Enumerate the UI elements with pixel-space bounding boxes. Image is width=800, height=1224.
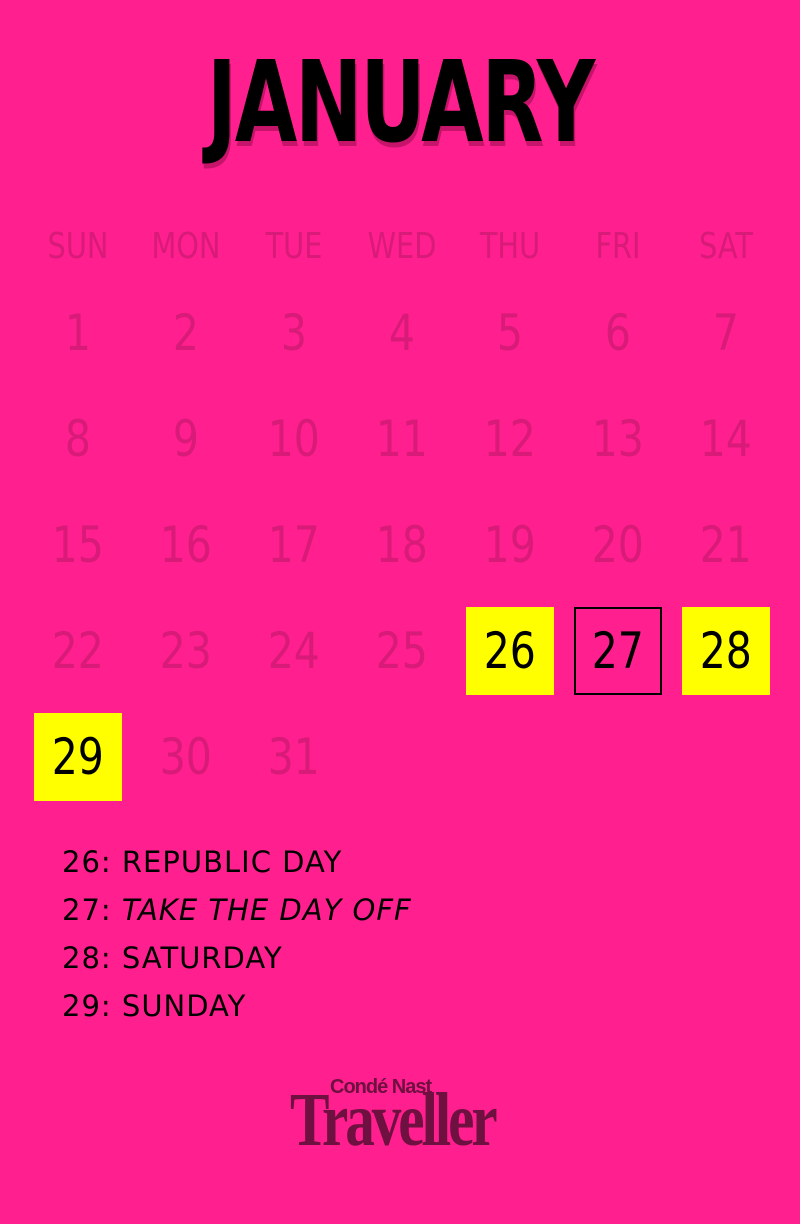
holiday-highlight-box: 28 — [682, 607, 770, 695]
legend-description: SATURDAY — [121, 941, 283, 975]
month-title: JANUARY — [206, 38, 595, 168]
weekday-label: WED — [367, 226, 437, 267]
calendar-day: 18 — [348, 492, 456, 598]
calendar-day: 13 — [564, 386, 672, 492]
calendar-day: 20 — [564, 492, 672, 598]
day-number: 2 — [172, 304, 200, 362]
legend-date: 27 — [62, 893, 101, 927]
day-number: 31 — [267, 728, 321, 786]
legend-separator: : — [100, 845, 122, 879]
calendar-day: 4 — [348, 280, 456, 386]
weekday-label: SUN — [47, 226, 109, 267]
weekday-label: THU — [479, 226, 541, 267]
day-number: 8 — [64, 410, 92, 468]
day-number: 3 — [280, 304, 308, 362]
calendar-day: 10 — [240, 386, 348, 492]
calendar-day: 3 — [240, 280, 348, 386]
legend-item: 28: SATURDAY — [62, 934, 662, 982]
calendar-day: 9 — [132, 386, 240, 492]
day-number: 13 — [591, 410, 645, 468]
day-number: 17 — [267, 516, 321, 574]
calendar-day: 16 — [132, 492, 240, 598]
day-number: 15 — [51, 516, 105, 574]
calendar-day: 24 — [240, 598, 348, 704]
day-number: 24 — [267, 622, 321, 680]
calendar-day: 14 — [672, 386, 780, 492]
legend-date: 28 — [62, 941, 101, 975]
conde-nast-traveller-logo: Condé Nast Traveller — [290, 1076, 520, 1162]
weekday-label: MON — [151, 226, 221, 267]
day-number: 25 — [375, 622, 429, 680]
day-number: 22 — [51, 622, 105, 680]
day-number: 30 — [159, 728, 213, 786]
calendar-day: 5 — [456, 280, 564, 386]
day-number: 1 — [64, 304, 92, 362]
calendar-day: 31 — [240, 704, 348, 810]
calendar-day: 15 — [24, 492, 132, 598]
calendar-day: 17 — [240, 492, 348, 598]
day-number: 21 — [699, 516, 753, 574]
holiday-highlight-box: 29 — [34, 713, 122, 801]
calendar-day: 6 — [564, 280, 672, 386]
weekday-label: FRI — [595, 226, 641, 267]
calendar-day-leave: 27 — [564, 598, 672, 704]
legend-date: 29 — [62, 989, 101, 1023]
day-number: 6 — [604, 304, 632, 362]
calendar-day-holiday: 29 — [24, 704, 132, 810]
calendar-day-grid: 1 2 3 4 5 6 7 8 9 10 11 12 13 14 15 16 17 18 19 20 21 22 23 24 2… — [24, 280, 780, 810]
day-number: 29 — [51, 728, 105, 786]
legend-separator: : — [100, 941, 122, 975]
legend-separator: : — [100, 989, 122, 1023]
calendar-day-holiday: 28 — [672, 598, 780, 704]
day-number: 7 — [712, 304, 740, 362]
day-number: 18 — [375, 516, 429, 574]
day-number: 12 — [483, 410, 537, 468]
calendar-day: 30 — [132, 704, 240, 810]
day-number: 4 — [388, 304, 416, 362]
day-number: 5 — [496, 304, 524, 362]
day-number: 26 — [483, 622, 537, 680]
day-number: 9 — [172, 410, 200, 468]
weekday-label: SAT — [699, 226, 753, 267]
day-number: 27 — [591, 622, 645, 680]
day-number: 16 — [159, 516, 213, 574]
legend-date: 26 — [62, 845, 101, 879]
calendar-day: 21 — [672, 492, 780, 598]
legend-separator: : — [100, 893, 122, 927]
legend-description: SUNDAY — [121, 989, 247, 1023]
logo-title-text: Traveller — [290, 1078, 498, 1162]
calendar-day: 11 — [348, 386, 456, 492]
calendar-day: 19 — [456, 492, 564, 598]
day-number: 28 — [699, 622, 753, 680]
day-number: 23 — [159, 622, 213, 680]
legend-description: REPUBLIC DAY — [121, 845, 343, 879]
calendar-day: 2 — [132, 280, 240, 386]
calendar-day: 8 — [24, 386, 132, 492]
legend-item: 29: SUNDAY — [62, 982, 662, 1030]
calendar-day: 1 — [24, 280, 132, 386]
day-number: 20 — [591, 516, 645, 574]
day-number: 11 — [375, 410, 429, 468]
legend-item: 27: TAKE THE DAY OFF — [62, 886, 662, 934]
legend-item: 26: REPUBLIC DAY — [62, 838, 662, 886]
day-number: 19 — [483, 516, 537, 574]
day-number: 14 — [699, 410, 753, 468]
calendar-day: 23 — [132, 598, 240, 704]
legend-description: TAKE THE DAY OFF — [121, 893, 412, 927]
holiday-highlight-box: 26 — [466, 607, 554, 695]
leave-outline-box: 27 — [574, 607, 662, 695]
calendar-day-holiday: 26 — [456, 598, 564, 704]
calendar-day: 12 — [456, 386, 564, 492]
calendar-day: 22 — [24, 598, 132, 704]
day-number: 10 — [267, 410, 321, 468]
calendar-day: 25 — [348, 598, 456, 704]
weekday-label: TUE — [265, 226, 323, 267]
weekday-header-row: SUN MON TUE WED THU FRI SAT — [24, 222, 780, 272]
calendar-day: 7 — [672, 280, 780, 386]
holiday-legend: 26: REPUBLIC DAY 27: TAKE THE DAY OFF 28: … — [62, 838, 662, 1030]
